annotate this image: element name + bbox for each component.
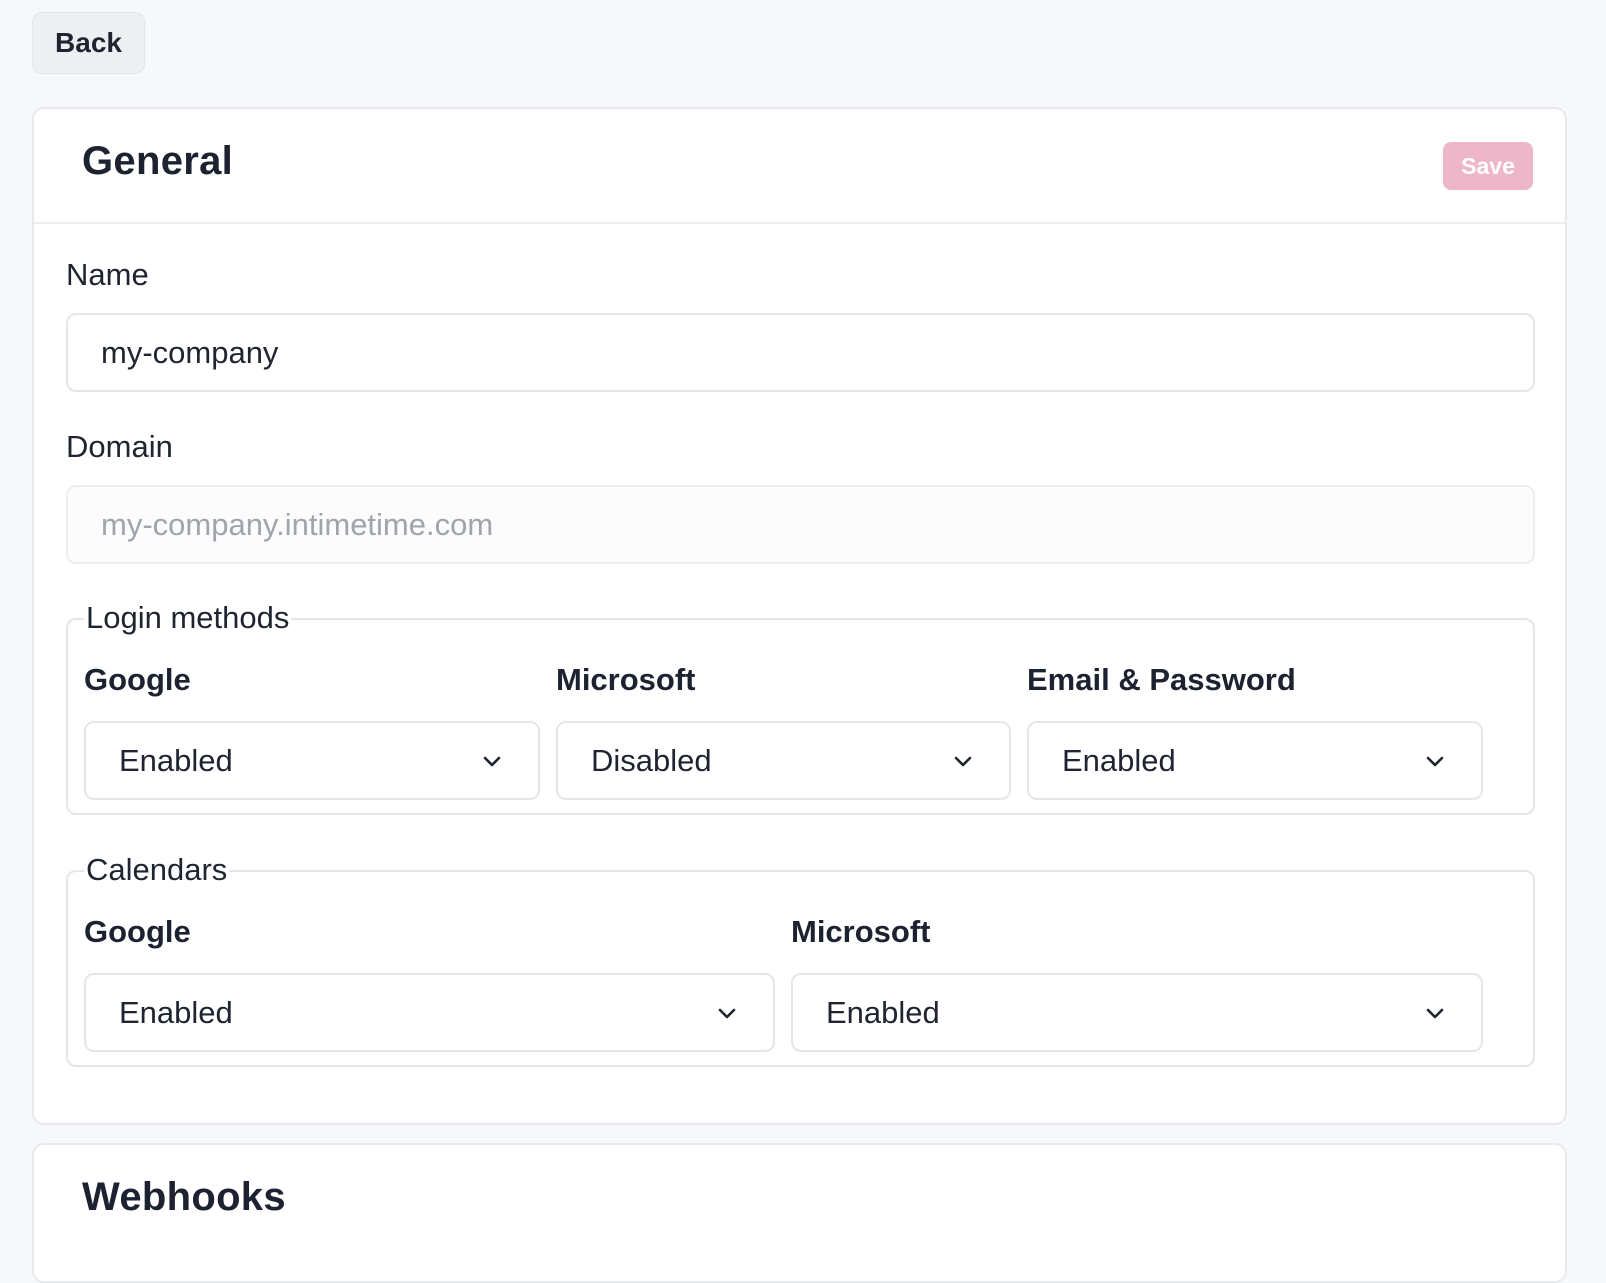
calendar-microsoft-select[interactable]: Enabled <box>791 973 1483 1052</box>
calendar-google-select[interactable]: Enabled <box>84 973 775 1052</box>
login-google-label: Google <box>84 662 191 697</box>
domain-input: my-company.intimetime.com <box>66 485 1535 564</box>
chevron-down-icon <box>954 756 972 766</box>
webhooks-title: Webhooks <box>82 1175 286 1219</box>
login-email-password-select[interactable]: Enabled <box>1027 721 1483 800</box>
chevron-down-icon <box>1426 1008 1444 1018</box>
login-methods-group: Login methods Google Enabled Microsoft D… <box>66 600 1535 815</box>
login-google-select[interactable]: Enabled <box>84 721 540 800</box>
general-card-header: General Save <box>34 109 1565 224</box>
webhooks-card: Webhooks <box>32 1143 1567 1283</box>
calendars-legend: Calendars <box>84 852 230 888</box>
calendar-microsoft-value: Enabled <box>826 994 940 1030</box>
calendar-google-value: Enabled <box>119 994 233 1030</box>
name-input[interactable]: my-company <box>66 313 1535 392</box>
name-label: Name <box>66 257 149 292</box>
general-card: General Save Name my-company Domain my-c… <box>32 107 1567 1125</box>
login-microsoft-label: Microsoft <box>556 662 696 697</box>
chevron-down-icon <box>483 756 501 766</box>
general-title: General <box>82 139 234 183</box>
domain-label: Domain <box>66 429 173 464</box>
calendar-google-label: Google <box>84 914 191 949</box>
login-email-password-value: Enabled <box>1062 742 1176 778</box>
login-google-value: Enabled <box>119 742 233 778</box>
calendar-microsoft-label: Microsoft <box>791 914 931 949</box>
login-microsoft-select[interactable]: Disabled <box>556 721 1011 800</box>
back-button[interactable]: Back <box>32 12 145 74</box>
login-microsoft-value: Disabled <box>591 742 712 778</box>
chevron-down-icon <box>718 1008 736 1018</box>
login-methods-legend: Login methods <box>84 600 292 636</box>
login-email-password-label: Email & Password <box>1027 662 1296 697</box>
calendars-group: Calendars Google Enabled Microsoft Enabl… <box>66 852 1535 1067</box>
chevron-down-icon <box>1426 756 1444 766</box>
save-button[interactable]: Save <box>1443 142 1533 190</box>
